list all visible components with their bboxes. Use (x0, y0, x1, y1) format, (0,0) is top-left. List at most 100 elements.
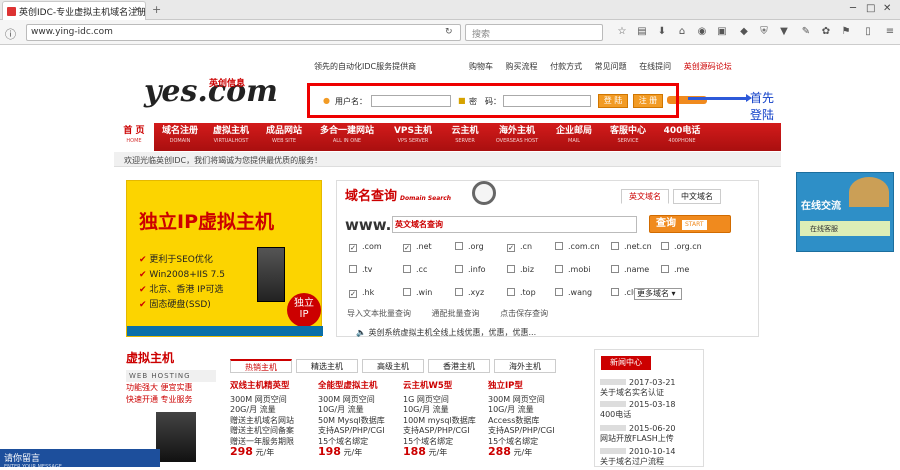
checkbox[interactable] (455, 242, 463, 250)
nav-overseas[interactable]: 海外主机 OVERSEAS HOST (492, 126, 542, 146)
tld-option[interactable]: ✓ .cn (507, 242, 532, 252)
close-window-icon[interactable]: ✕ (883, 3, 891, 14)
news-item[interactable]: 2017-03-21 关于域名实名认证 (600, 378, 676, 398)
nav-home[interactable]: 首 页 HOME (114, 123, 154, 151)
tld-option[interactable]: .org (455, 242, 484, 251)
news-item[interactable]: 2015-06-20 网站开放FLASH上传 (600, 424, 676, 444)
addon6-icon[interactable]: ⚑ (840, 26, 852, 38)
tld-option[interactable]: .name (611, 265, 649, 274)
checkbox[interactable] (349, 265, 357, 273)
browser-tab[interactable]: 英创IDC-专业虚拟主机域名注册... × (2, 1, 146, 20)
checkbox-checked[interactable]: ✓ (349, 290, 357, 298)
nav-website[interactable]: 成品网站 WEB SITE (261, 126, 307, 146)
chat-subtitle[interactable]: 在线客服 (800, 221, 890, 236)
plan-card[interactable]: 全能型虚拟主机 300M 网页空间 10G/月 流量 50M Mysql数据库 … (318, 381, 403, 459)
checkbox[interactable] (555, 265, 563, 273)
top-link[interactable]: 购买流程 (506, 62, 538, 71)
tab-advanced-hosting[interactable]: 高级主机 (362, 359, 424, 373)
nav-service[interactable]: 客服中心 SERVICE (606, 126, 650, 146)
menu-icon[interactable]: ≡ (884, 26, 896, 38)
tab-selected-hosting[interactable]: 精选主机 (296, 359, 358, 373)
top-link[interactable]: 付款方式 (550, 62, 582, 71)
tld-option[interactable]: .org.cn (661, 242, 702, 251)
tld-option[interactable]: .com.cn (555, 242, 600, 251)
top-link[interactable]: 英创源码论坛 (684, 62, 732, 71)
download-icon[interactable]: ⬇ (656, 26, 668, 38)
tld-option[interactable]: .tv (349, 265, 372, 274)
nav-allinone[interactable]: 多合一建网站 ALL IN ONE (314, 126, 380, 146)
promo-banner[interactable]: 独立IP虚拟主机 更利于SEO优化 Win2008+IIS 7.5 北京、香港 … (126, 180, 323, 337)
reading-list-icon[interactable]: ▤ (636, 26, 648, 38)
checkbox[interactable] (661, 242, 669, 250)
online-chat-widget[interactable]: 在线交流 在线客服 (796, 172, 894, 252)
checkbox[interactable] (661, 265, 669, 273)
nav-vhost[interactable]: 虚拟主机 VIRTUALHOST (208, 126, 254, 146)
checkbox[interactable] (403, 288, 411, 296)
bookmark-star-icon[interactable]: ☆ (616, 26, 628, 38)
tld-option[interactable]: .biz (507, 265, 534, 274)
new-tab-icon[interactable]: + (152, 3, 161, 16)
search-input[interactable]: 搜索 (465, 24, 603, 41)
addon3-icon[interactable]: ◆ (738, 26, 750, 38)
pocket-icon[interactable]: ▼ (778, 26, 790, 38)
news-ticker[interactable]: 🔈 英创系统虚拟主机全线上线优惠，优惠，优惠... (336, 327, 759, 341)
top-link[interactable]: 在线提问 (639, 62, 671, 71)
sidebar-icon[interactable]: ▯ (862, 26, 874, 38)
addon4-icon[interactable]: ✎ (800, 26, 812, 38)
batch-query-link[interactable]: 导入文本批量查询 (347, 309, 411, 318)
maximize-icon[interactable]: □ (866, 3, 875, 14)
nav-400phone[interactable]: 400电话 400PHONE (660, 126, 704, 146)
checkbox[interactable] (403, 265, 411, 273)
url-bar[interactable]: www.ying-idc.com (26, 24, 461, 41)
domain-input[interactable]: 英文域名查询 (392, 216, 637, 233)
checkbox[interactable] (555, 242, 563, 250)
checkbox[interactable] (611, 265, 619, 273)
nav-vps[interactable]: VPS主机 VPS SERVER (388, 126, 438, 146)
addon-icon[interactable]: ◉ (696, 26, 708, 38)
checkbox[interactable] (611, 242, 619, 250)
tab-overseas-hosting[interactable]: 海外主机 (494, 359, 556, 373)
shield-icon[interactable]: ⛨ (758, 26, 770, 38)
tld-option[interactable]: .info (455, 265, 486, 274)
checkbox[interactable] (455, 288, 463, 296)
tld-option[interactable]: ✓ .com (349, 242, 382, 252)
tld-option[interactable]: .me (661, 265, 689, 274)
home-icon[interactable]: ⌂ (676, 26, 688, 38)
checkbox[interactable] (611, 288, 619, 296)
save-query-link[interactable]: 点击保存查询 (500, 309, 548, 318)
checkbox[interactable] (507, 265, 515, 273)
nav-cloud[interactable]: 云主机 SERVER (446, 126, 484, 146)
news-item[interactable]: 2015-03-18 400电话 (600, 400, 676, 420)
page-info-icon[interactable]: ⓘ (5, 26, 16, 42)
tld-option[interactable]: .mobi (555, 265, 591, 274)
nav-mail[interactable]: 企业邮局 MAIL (552, 126, 596, 146)
plan-card[interactable]: 独立IP型 300M 网页空间 10G/月 流量 Access数据库 支持ASP… (488, 381, 573, 459)
tab-english-domain[interactable]: 英文域名 (621, 189, 669, 204)
tld-option[interactable]: .wang (555, 288, 592, 297)
tab-chinese-domain[interactable]: 中文域名 (673, 189, 721, 204)
checkbox[interactable] (555, 288, 563, 296)
checkbox-checked[interactable]: ✓ (403, 244, 411, 252)
wildcard-query-link[interactable]: 通配批量查询 (432, 309, 480, 318)
checkbox[interactable] (507, 288, 515, 296)
nav-domain[interactable]: 域名注册 DOMAIN (159, 126, 201, 146)
tld-option[interactable]: .net.cn (611, 242, 652, 251)
minimize-icon[interactable]: ─ (850, 3, 856, 14)
query-button[interactable]: 查询 START (649, 215, 731, 233)
tld-option[interactable]: ✓ .hk (349, 288, 374, 298)
news-item[interactable]: 2010-10-14 关于域名过户流程 (600, 447, 676, 467)
tld-option[interactable]: .xyz (455, 288, 484, 297)
tld-option[interactable]: .cc (403, 265, 427, 274)
plan-card[interactable]: 云主机W5型 1G 网页空间 10G/月 流量 100M mysql数据库 支持… (403, 381, 488, 459)
more-domains-select[interactable]: 更多域名 ▾ (634, 288, 682, 300)
reload-icon[interactable]: ↻ (445, 27, 453, 37)
tab-hot-hosting[interactable]: 热销主机 (230, 359, 292, 373)
addon2-icon[interactable]: ▣ (716, 26, 728, 38)
tld-option[interactable]: .top (507, 288, 536, 297)
leave-message-button[interactable]: 请你留言 ENTER YOUR MESSAGE (0, 449, 160, 470)
plan-card[interactable]: 双线主机精英型 300M 网页空间 20G/月 流量 赠送主机域名网站 赠送主机… (230, 381, 315, 459)
checkbox-checked[interactable]: ✓ (349, 244, 357, 252)
tld-option[interactable]: ✓ .net (403, 242, 432, 252)
top-link[interactable]: 常见问题 (595, 62, 627, 71)
checkbox-checked[interactable]: ✓ (507, 244, 515, 252)
